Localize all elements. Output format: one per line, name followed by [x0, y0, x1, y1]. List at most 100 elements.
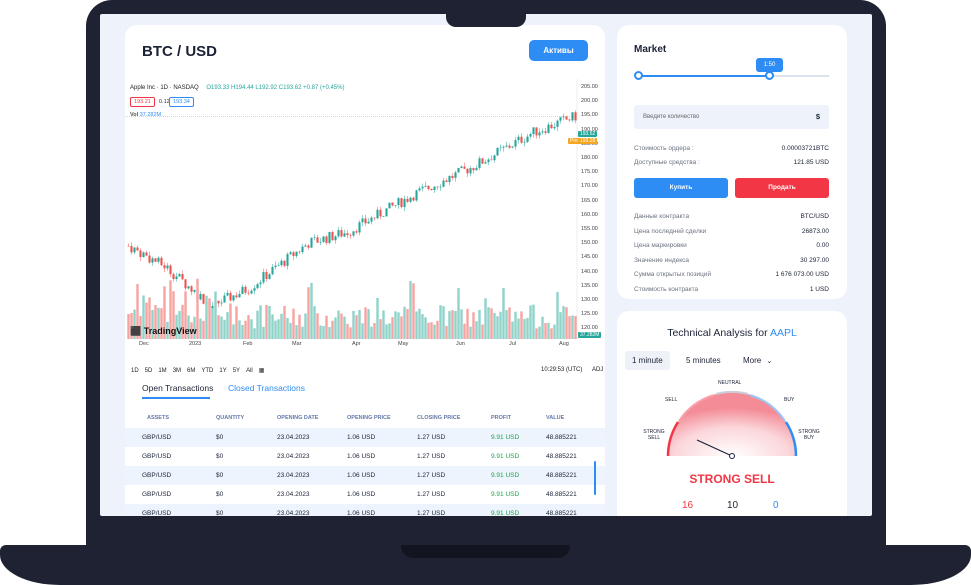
candle-body [139, 250, 142, 258]
volume-bar [334, 317, 337, 339]
timeframe-5d[interactable]: 5D [145, 368, 153, 374]
table-row[interactable]: GBP/USD $0 23.04.2023 1.06 USD 1.27 USD 9.91 … [125, 428, 605, 447]
table-row[interactable]: GBP/USD $0 23.04.2023 1.06 USD 1.27 USD 9.91 … [125, 466, 605, 485]
volume-bar [301, 326, 304, 339]
candle-body [499, 147, 502, 149]
column-header[interactable]: QUANTITY [216, 415, 244, 421]
adjust-toggle[interactable]: ADJ [592, 367, 603, 373]
candle-body [130, 245, 133, 253]
y-tick-label: 145.00 [581, 254, 598, 261]
volume-bar [304, 313, 307, 339]
candle-body [142, 252, 145, 258]
candle-body [136, 247, 139, 251]
timeframe-3m[interactable]: 3M [173, 368, 181, 374]
candle-body [334, 236, 337, 241]
volume-bar [343, 316, 346, 339]
volume-bar [358, 309, 361, 339]
candle-body [553, 126, 556, 129]
candle-body [559, 117, 562, 121]
sell-button[interactable]: Продать [735, 178, 829, 198]
volume-bar [481, 324, 484, 339]
pre-market-price-tag: 193.28 [578, 138, 598, 144]
timeframe-ytd[interactable]: YTD [201, 368, 213, 374]
candle-body [259, 282, 262, 285]
table-row[interactable]: GBP/USD $0 23.04.2023 1.06 USD 1.27 USD 9.91 … [125, 485, 605, 504]
volume-bar [298, 314, 301, 339]
chart-time-controls: 10:29:53 (UTC) ADJ [541, 367, 603, 373]
tab-open-transactions[interactable]: Open Transactions [142, 383, 213, 399]
candle-body [511, 146, 514, 148]
volume-bar [454, 310, 457, 339]
candle-body [307, 245, 310, 248]
tradingview-logo: ⬛ TradingView [130, 326, 197, 337]
sell-price-tag[interactable]: 193.21 [130, 97, 155, 107]
y-tick-label: 205.00 [581, 84, 598, 90]
tab-5-minutes[interactable]: 5 minutes [679, 351, 728, 370]
volume-bar [256, 310, 259, 339]
candle-body [394, 205, 397, 206]
calendar-icon[interactable]: ▦ [259, 368, 265, 374]
volume-bar [364, 307, 367, 339]
leverage-slider-knob[interactable] [765, 71, 774, 80]
volume-bar [565, 307, 568, 339]
candle-body [520, 136, 523, 143]
table-cell: 1.27 USD [417, 472, 446, 479]
tab-more[interactable]: More ⌄ [736, 351, 779, 370]
leverage-slider-min-knob[interactable] [634, 71, 643, 80]
candle-body [547, 124, 550, 133]
table-row[interactable]: GBP/USD $0 23.04.2023 1.06 USD 1.27 USD 9.91 … [125, 447, 605, 466]
tab-1-minute[interactable]: 1 minute [625, 351, 670, 370]
timeframe-1y[interactable]: 1Y [219, 368, 226, 374]
column-header[interactable]: CLOSING PRICE [417, 415, 460, 421]
table-cell: 1.06 USD [347, 510, 376, 516]
volume-bar [361, 323, 364, 339]
buy-button[interactable]: Купить [634, 178, 728, 198]
volume-bar [385, 324, 388, 339]
tab-closed-transactions[interactable]: Closed Transactions [228, 383, 305, 393]
column-header[interactable]: OPENING PRICE [347, 415, 391, 421]
volume-bar [421, 314, 424, 339]
timeframe-1m[interactable]: 1M [158, 368, 166, 374]
timeframe-1d[interactable]: 1D [131, 368, 139, 374]
table-cell: 9.91 USD [491, 510, 520, 516]
candle-body [382, 216, 385, 218]
price-chart[interactable]: Apple Inc · 1D · NASDAQ O193.33 H194.44 … [125, 69, 605, 357]
table-cell: 9.91 USD [491, 472, 520, 479]
volume-bar [436, 320, 439, 339]
timeframe-all[interactable]: All [246, 368, 253, 374]
column-header[interactable]: OPENING DATE [277, 415, 318, 421]
candlestick-chart-canvas[interactable] [125, 69, 605, 357]
table-scrollbar[interactable] [594, 461, 596, 495]
candle-body [256, 284, 259, 289]
candle-body [154, 258, 157, 262]
candle-body [340, 230, 343, 237]
candle-body [301, 246, 304, 253]
column-header[interactable]: PROFIT [491, 415, 511, 421]
volume-bar [562, 306, 565, 339]
table-cell: $0 [216, 453, 224, 460]
table-cell: 1.06 USD [347, 491, 376, 498]
quantity-input[interactable]: Введите количество $ [634, 105, 829, 129]
candle-body [235, 295, 238, 298]
candle-body [460, 166, 463, 169]
volume-bar [310, 282, 313, 339]
volume-bar [226, 312, 229, 339]
timeframe-5y[interactable]: 5Y [233, 368, 240, 374]
assets-button[interactable]: Активы [529, 40, 588, 61]
y-tick-label: 180.00 [581, 155, 598, 161]
ta-symbol[interactable]: AAPL [770, 327, 797, 339]
candle-body [526, 136, 529, 142]
sell-count: 16 [682, 500, 694, 511]
candle-body [220, 302, 223, 304]
volume-bar [499, 311, 502, 339]
table-row[interactable]: GBP/USD $0 23.04.2023 1.06 USD 1.27 USD 9.91 … [125, 504, 605, 516]
quantity-placeholder: Введите количество [643, 114, 700, 120]
candle-body [274, 265, 277, 268]
volume-bar [202, 320, 205, 339]
candle-body [532, 127, 535, 135]
timeframe-6m[interactable]: 6M [187, 368, 195, 374]
buy-price-tag[interactable]: 193.34 [169, 97, 194, 107]
column-header[interactable]: ASSETS [147, 415, 169, 421]
column-header[interactable]: VALUE [546, 415, 564, 421]
candle-body [433, 186, 436, 191]
